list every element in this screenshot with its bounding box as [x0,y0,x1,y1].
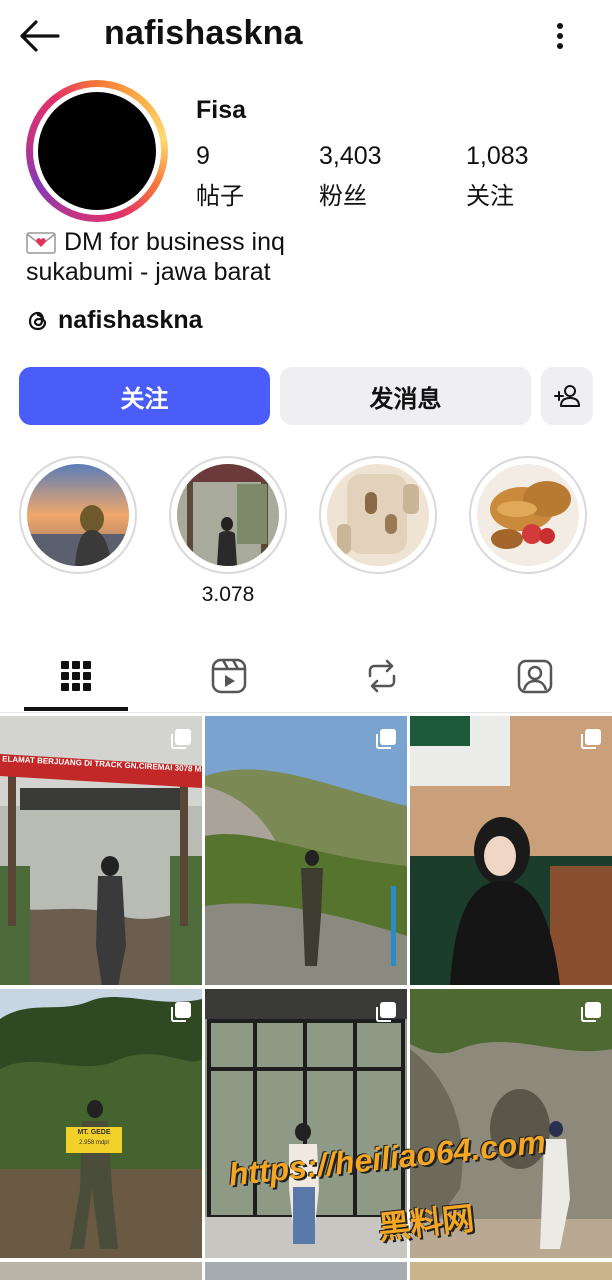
highlight-2-label: 3.078 [201,583,255,606]
threads-handle: nafishaskna [58,306,203,334]
multi-photo-icon [581,729,601,749]
tab-divider [0,712,612,713]
threads-icon [28,311,47,330]
multi-photo-icon [171,1002,191,1022]
message-button[interactable]: 发消息 [280,367,531,425]
profile-username-title: nafishaskna [104,14,303,52]
post-tile-3[interactable] [410,716,612,985]
tab-grid-icon[interactable] [56,656,96,696]
multi-photo-icon [376,729,396,749]
add-person-icon [554,385,580,407]
bio-line-2: sukabumi - jawa barat [26,258,271,286]
active-tab-indicator [24,707,128,711]
followers-count[interactable]: 3,403 [319,142,382,171]
tab-reels-icon[interactable] [209,656,249,696]
multi-photo-icon [581,1002,601,1022]
post-tile-9[interactable] [410,1262,612,1280]
following-label[interactable]: 关注 [466,176,514,211]
posts-count[interactable]: 9 [196,142,210,171]
multi-photo-icon [376,1002,396,1022]
post-tile-4[interactable]: MT. GEDE 2.958 mdpl [0,989,202,1258]
post-2-image [205,716,407,985]
post-tile-2[interactable] [205,716,407,985]
highlight-4-image [477,464,579,566]
avatar[interactable] [38,92,156,210]
post-3-image [410,716,612,985]
display-name: Fisa [196,96,247,124]
highlight-3-image [327,464,429,566]
multi-photo-icon [171,729,191,749]
post-tile-8[interactable] [205,1262,407,1280]
bio-line-1: DM for business inq [26,228,285,257]
highlight-1-image [27,464,129,566]
back-arrow-icon[interactable] [18,18,60,54]
post-4-image [0,989,202,1258]
tab-reposts-icon[interactable] [362,656,402,696]
highlight-4[interactable] [469,456,587,574]
posts-label[interactable]: 帖子 [196,176,244,211]
bio-text-1: DM for business inq [64,228,285,256]
highlight-2-image [177,464,279,566]
mt-gede-sign: MT. GEDE [77,1129,111,1136]
more-options-icon[interactable] [548,20,572,52]
highlight-3[interactable] [319,456,437,574]
suggested-users-button[interactable] [541,367,593,425]
tab-tagged-icon[interactable] [515,656,555,696]
following-count[interactable]: 1,083 [466,142,529,171]
follow-button[interactable]: 关注 [19,367,270,425]
post-tile-1[interactable]: ELAMAT BERJUANG DI TRACK GN.CIREMAI 3078… [0,716,202,985]
highlight-1[interactable] [19,456,137,574]
mt-gede-height: 2.958 mdpl [79,1140,109,1146]
post-tile-7[interactable] [0,1262,202,1280]
love-letter-icon [26,231,56,254]
threads-link[interactable]: nafishaskna [26,306,203,335]
followers-label[interactable]: 粉丝 [319,176,367,211]
highlight-2[interactable] [169,456,287,574]
